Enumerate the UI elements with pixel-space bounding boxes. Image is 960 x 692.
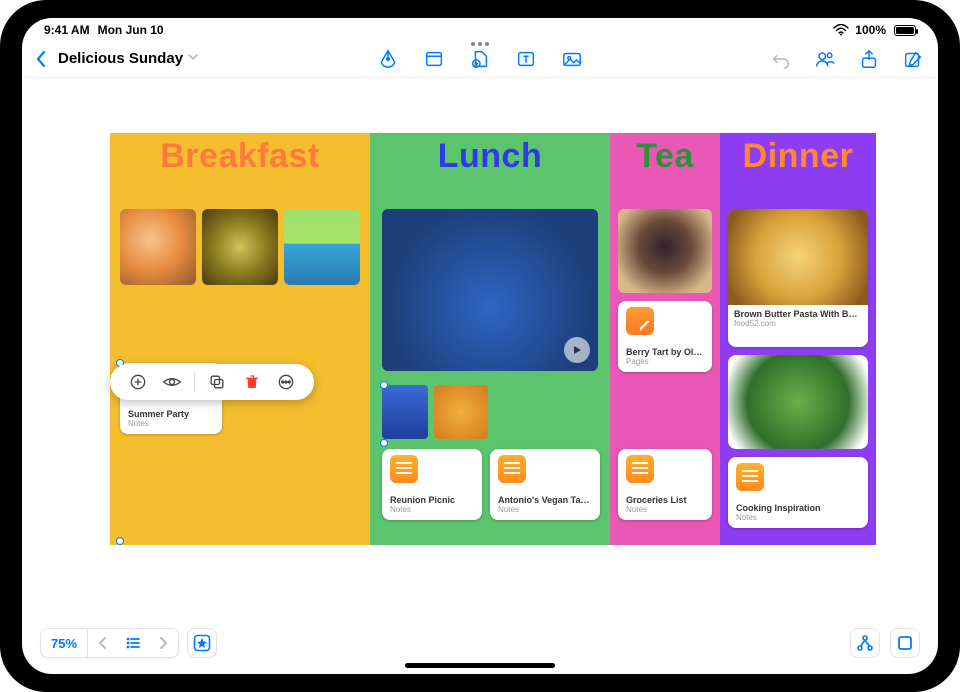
- add-file-icon[interactable]: [469, 48, 491, 70]
- compose-icon[interactable]: [902, 48, 924, 70]
- insert-image-icon[interactable]: [561, 48, 583, 70]
- context-more-icon[interactable]: [273, 369, 299, 395]
- note-title: Summer Party: [128, 409, 214, 419]
- pages-card-berry-tart[interactable]: Berry Tart by Olivia Pages: [618, 301, 712, 372]
- selection-handle[interactable]: [116, 537, 124, 545]
- notes-app-icon: [498, 455, 526, 483]
- nav-next-icon[interactable]: [148, 629, 178, 657]
- battery-pct: 100%: [855, 23, 886, 37]
- link-image: [728, 209, 868, 305]
- note-title: Cooking Inspiration: [736, 503, 860, 513]
- link-title: Brown Butter Pasta With But…: [734, 309, 862, 319]
- status-time: 9:41 AM: [44, 23, 90, 37]
- nav-list-icon[interactable]: [118, 629, 148, 657]
- context-delete-icon[interactable]: [239, 369, 265, 395]
- image-thumb[interactable]: [382, 385, 428, 439]
- home-indicator[interactable]: [405, 663, 555, 668]
- context-preview-icon[interactable]: [159, 369, 185, 395]
- note-card-reunion-picnic[interactable]: Reunion Picnic Notes: [382, 449, 482, 520]
- selection-context-bar: [110, 364, 314, 400]
- column-title: Breakfast: [110, 133, 370, 176]
- ipad-frame: 9:41 AM Mon Jun 10 100% Delicious Sunday: [0, 0, 960, 692]
- separator: [194, 372, 195, 392]
- note-sub: Notes: [736, 513, 860, 522]
- notes-app-icon: [626, 455, 654, 483]
- column-title: Dinner: [720, 133, 876, 176]
- image-thumb[interactable]: [120, 209, 196, 285]
- context-add-icon[interactable]: [125, 369, 151, 395]
- zoom-navigator: 75%: [40, 628, 179, 658]
- notes-app-icon: [736, 463, 764, 491]
- back-button[interactable]: [36, 50, 48, 68]
- screen: 9:41 AM Mon Jun 10 100% Delicious Sunday: [22, 18, 938, 674]
- note-title: Antonio's Vegan Tacos: [498, 495, 592, 505]
- image-thumb[interactable]: [434, 385, 488, 439]
- status-bar: 9:41 AM Mon Jun 10 100%: [22, 18, 938, 40]
- video-item[interactable]: [382, 209, 598, 371]
- status-date: Mon Jun 10: [98, 23, 164, 37]
- chevron-down-icon: [187, 50, 199, 67]
- note-card-vegan-tacos[interactable]: Antonio's Vegan Tacos Notes: [490, 449, 600, 520]
- link-card-pasta[interactable]: Brown Butter Pasta With But… food52.com: [728, 209, 868, 347]
- pages-title: Berry Tart by Olivia: [626, 347, 704, 357]
- note-sub: Notes: [498, 505, 592, 514]
- wifi-icon: [833, 24, 849, 36]
- board-canvas[interactable]: Breakfast Lunch Tea Dinner Summer Party …: [110, 133, 876, 545]
- image-thumb[interactable]: [202, 209, 278, 285]
- context-duplicate-icon[interactable]: [204, 369, 230, 395]
- sticky-note-icon[interactable]: [423, 48, 445, 70]
- link-source: food52.com: [734, 319, 862, 328]
- note-sub: Notes: [390, 505, 474, 514]
- selection-handle[interactable]: [380, 439, 388, 447]
- zoom-level[interactable]: 75%: [41, 629, 88, 657]
- multitask-dots[interactable]: [471, 42, 489, 46]
- image-thumb[interactable]: [728, 355, 868, 449]
- note-sub: Notes: [626, 505, 704, 514]
- column-title: Lunch: [370, 133, 610, 176]
- notes-app-icon: [390, 455, 418, 483]
- column-title: Tea: [610, 133, 720, 176]
- note-card-groceries[interactable]: Groceries List Notes: [618, 449, 712, 520]
- bottom-toolbar: 75%: [40, 626, 920, 660]
- collaborate-icon[interactable]: [814, 48, 836, 70]
- undo-icon[interactable]: [770, 48, 792, 70]
- note-sub: Notes: [128, 419, 214, 428]
- pages-sub: Pages: [626, 357, 704, 366]
- note-title: Groceries List: [626, 495, 704, 505]
- text-box-icon[interactable]: [515, 48, 537, 70]
- pen-tool-icon[interactable]: [377, 48, 399, 70]
- graph-view-icon[interactable]: [850, 628, 880, 658]
- play-icon[interactable]: [564, 337, 590, 363]
- image-thumb[interactable]: [618, 209, 712, 293]
- pages-app-icon: [626, 307, 654, 335]
- frame-view-icon[interactable]: [890, 628, 920, 658]
- nav-prev-icon[interactable]: [88, 629, 118, 657]
- image-thumb[interactable]: [284, 209, 360, 285]
- favorites-button[interactable]: [187, 628, 217, 658]
- board-title[interactable]: Delicious Sunday: [58, 50, 199, 67]
- share-icon[interactable]: [858, 48, 880, 70]
- battery-icon: [892, 25, 916, 36]
- column-breakfast: Breakfast: [110, 133, 370, 545]
- note-card-cooking-inspiration[interactable]: Cooking Inspiration Notes: [728, 457, 868, 528]
- note-title: Reunion Picnic: [390, 495, 474, 505]
- board-title-label: Delicious Sunday: [58, 50, 183, 67]
- selection-handle[interactable]: [380, 381, 388, 389]
